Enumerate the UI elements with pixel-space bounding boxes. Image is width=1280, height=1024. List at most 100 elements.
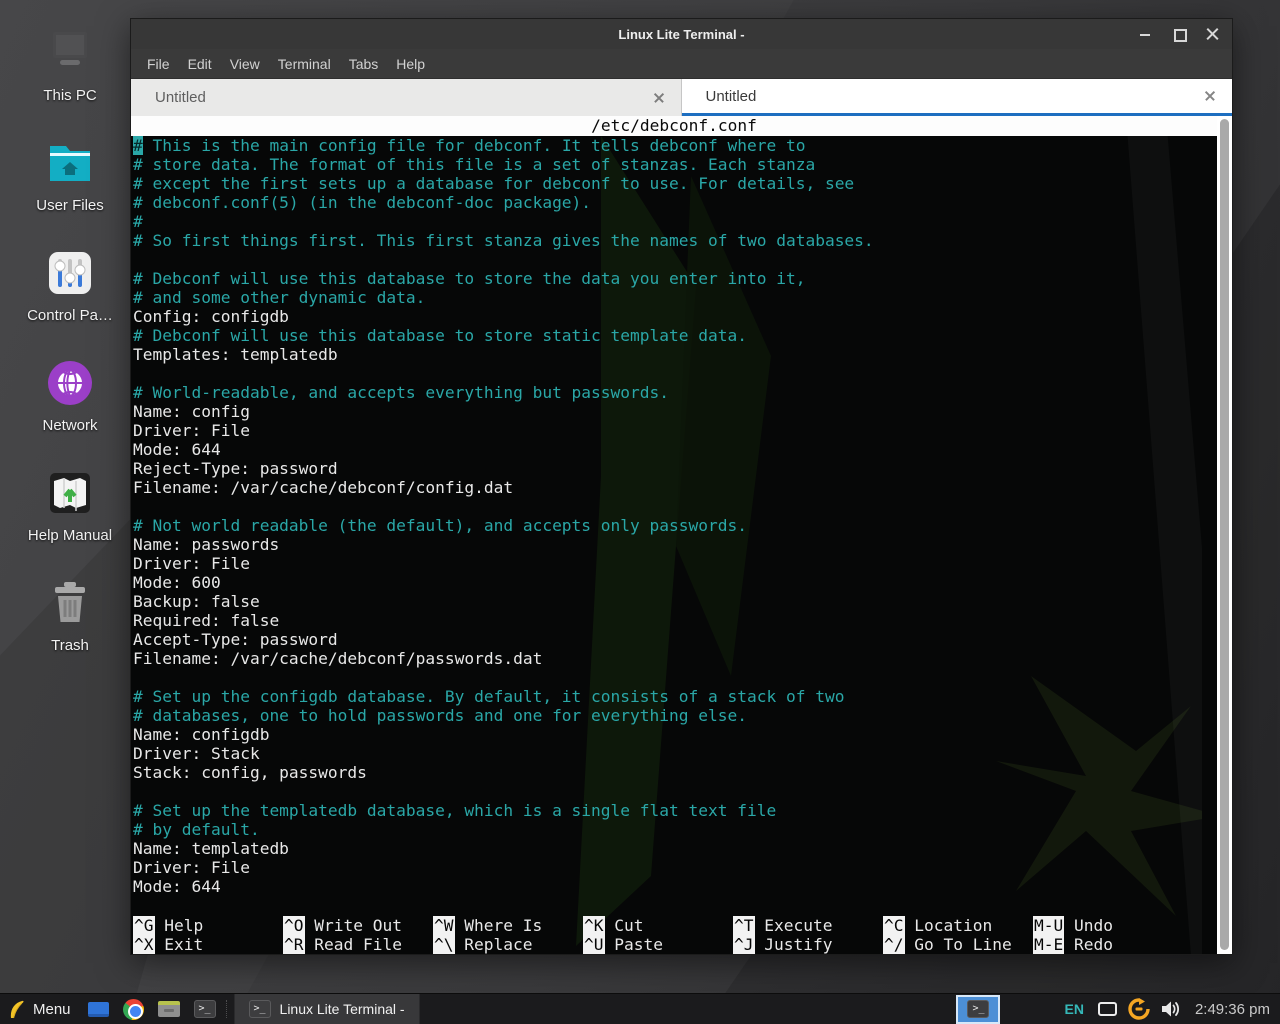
tab-untitled-1[interactable]: Untitled: [131, 79, 682, 116]
shortcut-key: M-U: [1033, 916, 1064, 935]
editor-line: # Not world readable (the default), and …: [133, 516, 1217, 535]
editor-line: [133, 250, 1217, 269]
window-titlebar[interactable]: Linux Lite Terminal -: [131, 19, 1232, 49]
menu-item-file[interactable]: File: [147, 56, 170, 72]
taskbar-window-button[interactable]: >_ Linux Lite Terminal -: [234, 994, 420, 1024]
editor-line: Mode: 644: [133, 440, 1217, 459]
editor-line: # except the first sets up a database fo…: [133, 174, 1217, 193]
start-menu-button[interactable]: Menu: [0, 994, 81, 1024]
editor-line: Stack: config, passwords: [133, 763, 1217, 782]
editor-line: #: [133, 212, 1217, 231]
scrollbar-thumb[interactable]: [1220, 119, 1229, 950]
desktop-icon-control-panel[interactable]: Control Pa…: [8, 246, 132, 324]
tab-untitled-2[interactable]: Untitled: [682, 79, 1233, 116]
window-title: Linux Lite Terminal -: [131, 27, 1232, 42]
nano-shortcut: ^R Read File: [283, 935, 433, 954]
desktop-icon-label: Control Pa…: [8, 307, 132, 324]
nano-shortcut: ^W Where Is: [433, 916, 583, 935]
network-globe-icon: [43, 356, 97, 410]
nano-shortcut: M-E Redo: [1033, 935, 1183, 954]
help-manual-map-icon: [43, 466, 97, 520]
menu-item-help[interactable]: Help: [396, 56, 425, 72]
taskbar-clock[interactable]: 2:49:36 pm: [1195, 1001, 1270, 1018]
nano-lines: # This is the main config file for debco…: [131, 136, 1217, 896]
editor-line: # Debconf will use this database to stor…: [133, 269, 1217, 288]
chrome-browser-icon[interactable]: [116, 994, 151, 1024]
menu-bar: File Edit View Terminal Tabs Help: [131, 49, 1232, 79]
maximize-button[interactable]: [1172, 27, 1186, 41]
tab-close-icon[interactable]: [653, 92, 665, 104]
editor-line: Name: configdb: [133, 725, 1217, 744]
desktop-icon-user-files[interactable]: User Files: [8, 136, 132, 214]
editor-line: [133, 782, 1217, 801]
tab-close-icon[interactable]: [1204, 90, 1216, 102]
menu-label: Menu: [33, 1001, 71, 1018]
display-tray-icon[interactable]: [1098, 1002, 1117, 1016]
this-pc-icon: [43, 26, 97, 80]
nano-titlebar: GNU nano 7.2 /etc/debconf.conf: [131, 116, 1217, 136]
shortcut-key: ^C: [883, 916, 905, 935]
volume-speaker-icon[interactable]: [1161, 1000, 1181, 1018]
editor-line: # databases, one to hold passwords and o…: [133, 706, 1217, 725]
desktop-icon-help-manual[interactable]: Help Manual: [8, 466, 132, 544]
scrollbar-track[interactable]: [1217, 116, 1232, 954]
tab-label: Untitled: [706, 88, 1205, 105]
update-manager-icon[interactable]: [1128, 998, 1150, 1020]
control-panel-sliders-icon: [43, 246, 97, 300]
shortcut-key: ^/: [883, 935, 905, 954]
terminal-launcher-icon[interactable]: >_: [187, 994, 223, 1024]
editor-line: Driver: File: [133, 421, 1217, 440]
nano-shortcut: ^K Cut: [583, 916, 733, 935]
desktop-icon-trash[interactable]: Trash: [8, 576, 132, 654]
nano-shortcut: ^G Help: [133, 916, 283, 935]
file-manager-icon[interactable]: [151, 994, 187, 1024]
nano-shortcut: ^\ Replace: [433, 935, 583, 954]
minimize-button[interactable]: [1138, 27, 1152, 41]
desktop-icon-label: This PC: [8, 87, 132, 104]
editor-line: # Set up the configdb database. By defau…: [133, 687, 1217, 706]
nano-shortcut: ^O Write Out: [283, 916, 433, 935]
workspace-pager-icon[interactable]: [81, 994, 116, 1024]
desktop-icon-label: Trash: [8, 637, 132, 654]
shortcut-key: ^T: [733, 916, 755, 935]
keyboard-layout-indicator[interactable]: EN: [1064, 1001, 1083, 1017]
terminal-screen[interactable]: GNU nano 7.2 /etc/debconf.conf # This is…: [131, 116, 1217, 954]
text-cursor: #: [133, 136, 143, 155]
menu-item-tabs[interactable]: Tabs: [349, 56, 379, 72]
shortcut-key: M-E: [1033, 935, 1064, 954]
shortcut-key: ^U: [583, 935, 605, 954]
nano-shortcut-bar: ^G Help^O Write Out^W Where Is^K Cut^T E…: [131, 916, 1217, 954]
editor-line: Name: config: [133, 402, 1217, 421]
user-files-folder-icon: [43, 136, 97, 190]
nano-shortcut: M-U Undo: [1033, 916, 1183, 935]
nano-filename: /etc/debconf.conf: [131, 116, 1217, 136]
editor-line: # This is the main config file for debco…: [133, 136, 1217, 155]
editor-line: Config: configdb: [133, 307, 1217, 326]
nano-shortcut: ^/ Go To Line: [883, 935, 1033, 954]
tab-bar: Untitled Untitled: [131, 79, 1232, 116]
editor-line: Name: templatedb: [133, 839, 1217, 858]
tab-label: Untitled: [155, 89, 653, 106]
menu-item-view[interactable]: View: [230, 56, 260, 72]
editor-line: # debconf.conf(5) (in the debconf-doc pa…: [133, 193, 1217, 212]
menu-item-edit[interactable]: Edit: [188, 56, 212, 72]
close-button[interactable]: [1206, 27, 1220, 41]
editor-line: Driver: Stack: [133, 744, 1217, 763]
editor-line: # So first things first. This first stan…: [133, 231, 1217, 250]
shortcut-key: ^X: [133, 935, 155, 954]
terminal-icon: >_: [249, 1000, 271, 1018]
desktop-icon-this-pc[interactable]: This PC: [8, 26, 132, 104]
taskbar-separator: [226, 1000, 231, 1018]
shortcut-key: ^G: [133, 916, 155, 935]
editor-line: [133, 668, 1217, 687]
editor-line: # Set up the templatedb database, which …: [133, 801, 1217, 820]
desktop-icon-label: Network: [8, 417, 132, 434]
tray-terminal-indicator[interactable]: >_: [956, 995, 1000, 1024]
menu-item-terminal[interactable]: Terminal: [278, 56, 331, 72]
editor-line: [133, 497, 1217, 516]
editor-line: # store data. The format of this file is…: [133, 155, 1217, 174]
shortcut-key: ^J: [733, 935, 755, 954]
editor-line: Name: passwords: [133, 535, 1217, 554]
shortcut-row-1: ^G Help^O Write Out^W Where Is^K Cut^T E…: [133, 916, 1217, 935]
desktop-icon-network[interactable]: Network: [8, 356, 132, 434]
